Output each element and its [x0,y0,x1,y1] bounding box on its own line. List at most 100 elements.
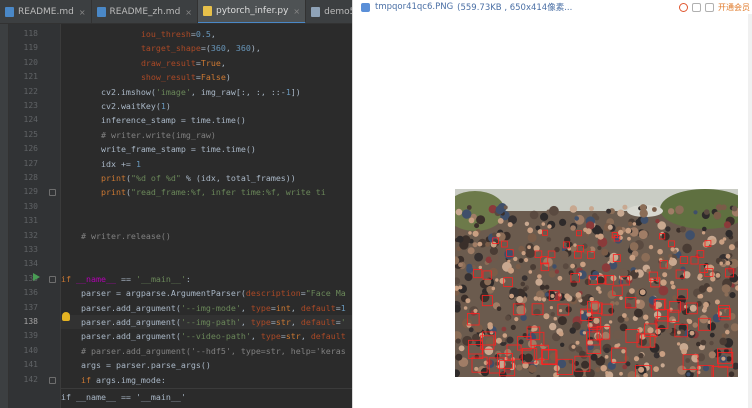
face [541,297,547,302]
face [550,294,555,298]
face [489,330,494,335]
code-area[interactable]: iou_thresh=0.5, target_shape=(360, 360),… [61,24,352,408]
crowd-blob [501,326,507,332]
face [570,263,575,269]
crowd-blob [554,269,560,274]
face [521,251,526,256]
code-line[interactable]: parser = argparse.ArgumentParser(descrip… [61,286,352,300]
crowd-blob [455,208,463,216]
crowd-blob [672,295,677,301]
code-line[interactable] [61,200,352,214]
code-line[interactable]: parser.add_argument('--img-mode', type=i… [61,301,352,315]
run-icon[interactable] [33,273,40,281]
code-line[interactable]: idx += 1 [61,157,352,171]
breadcrumb[interactable]: if __name__ == '__main__' [61,392,186,402]
face [531,328,535,332]
face [618,229,624,236]
crowd-blob [569,205,578,213]
line-number: 133 [23,245,38,254]
code-line[interactable]: draw_result=True, [61,56,352,70]
crowd-blob [729,292,736,299]
breadcrumb-bar: if __name__ == '__main__' [61,388,352,408]
face [703,301,709,308]
crowd-blob [524,221,530,226]
crowd-blob [496,306,502,311]
crowd-blob [622,364,628,370]
face [589,297,594,302]
face [728,244,735,251]
message-icon[interactable] [692,2,701,12]
code-line[interactable] [61,214,352,228]
vip-link[interactable]: 开通会员 [718,2,750,13]
crowd-blob [665,326,673,334]
code-line[interactable]: # writer.release() [61,229,352,243]
face [725,260,731,266]
crowd-blob [728,371,735,377]
crowd-blob [489,246,498,255]
code-line[interactable]: inference_stamp = time.time() [61,113,352,127]
code-line[interactable]: # writer.write(img_raw) [61,128,352,142]
editor-tab[interactable]: README.md × [0,0,92,23]
code-line[interactable]: args = parser.parse_args() [61,358,352,372]
face [496,232,501,238]
face [706,286,713,293]
editor-tab[interactable]: demo5.png× [306,0,352,23]
editor-tab-label: README_zh.md [109,7,181,17]
crowd-blob [628,221,633,227]
face [697,273,703,279]
face [715,273,721,278]
crowd-blob [607,224,613,230]
crowd-blob [466,263,473,270]
crowd-blob [510,324,516,330]
crown-icon[interactable] [705,2,714,12]
face [605,371,609,375]
face [564,293,570,299]
crowd-blob [702,226,707,232]
viewer-scrollbar[interactable] [748,14,752,408]
code-line[interactable]: print("read_frame:%f, infer time:%f, wri… [61,185,352,199]
code-line[interactable]: cv2.waitKey(1) [61,99,352,113]
crowd-blob [700,339,707,346]
face [463,306,468,310]
close-tab-icon[interactable]: × [293,7,300,16]
code-line[interactable]: print("%d of %d" % (idx, total_frames)) [61,171,352,185]
lightbulb-icon[interactable] [62,312,70,321]
face [632,222,637,226]
crowd-blob [521,275,528,281]
code-line[interactable]: target_shape=(360, 360), [61,41,352,55]
line-number-gutter: 118 119 120 121 122 123 124 125 126 127 128 129 130 1… [9,24,61,408]
fold-marker-icon[interactable] [49,275,56,283]
user-icon[interactable] [679,2,688,12]
markdown-file-icon [96,7,106,17]
tool-window-strip[interactable] [0,24,9,408]
code-line[interactable]: cv2.imshow('image', img_raw[:, :, ::-1]) [61,85,352,99]
code-line[interactable]: parser.add_argument('--img-path', type=s… [61,315,352,330]
face [600,365,607,372]
line-number: 119 [23,43,38,53]
fold-marker-icon[interactable] [49,189,56,197]
crowd-photo [455,189,738,377]
crowd-blob [455,338,461,344]
code-line[interactable] [61,243,352,257]
crowd-blob [677,365,687,375]
crowd-blob [530,304,536,309]
code-line[interactable] [61,257,352,271]
code-line[interactable]: write_frame_stamp = time.time() [61,142,352,156]
code-line[interactable]: iou_thresh=0.5, [61,27,352,41]
face [558,331,564,337]
code-line[interactable]: if args.img_mode: [61,373,352,387]
face [543,313,550,320]
editor-tab[interactable]: pytorch_infer.py × [197,0,307,23]
close-tab-icon[interactable]: × [185,8,192,17]
fold-marker-icon[interactable] [49,376,56,384]
code-line[interactable]: parser.add_argument('--video-path', type… [61,329,352,343]
line-number: 129 [23,187,38,197]
crowd-blob [527,339,537,349]
close-tab-icon[interactable]: × [79,8,86,17]
editor-tab[interactable]: README_zh.md × [92,0,198,23]
face [549,306,553,310]
face [622,313,627,318]
code-line[interactable]: if __name__ == '__main__': [61,272,352,286]
code-line[interactable]: show_result=False) [61,70,352,84]
code-line[interactable]: # parser.add_argument('--hdf5', type=str… [61,344,352,358]
